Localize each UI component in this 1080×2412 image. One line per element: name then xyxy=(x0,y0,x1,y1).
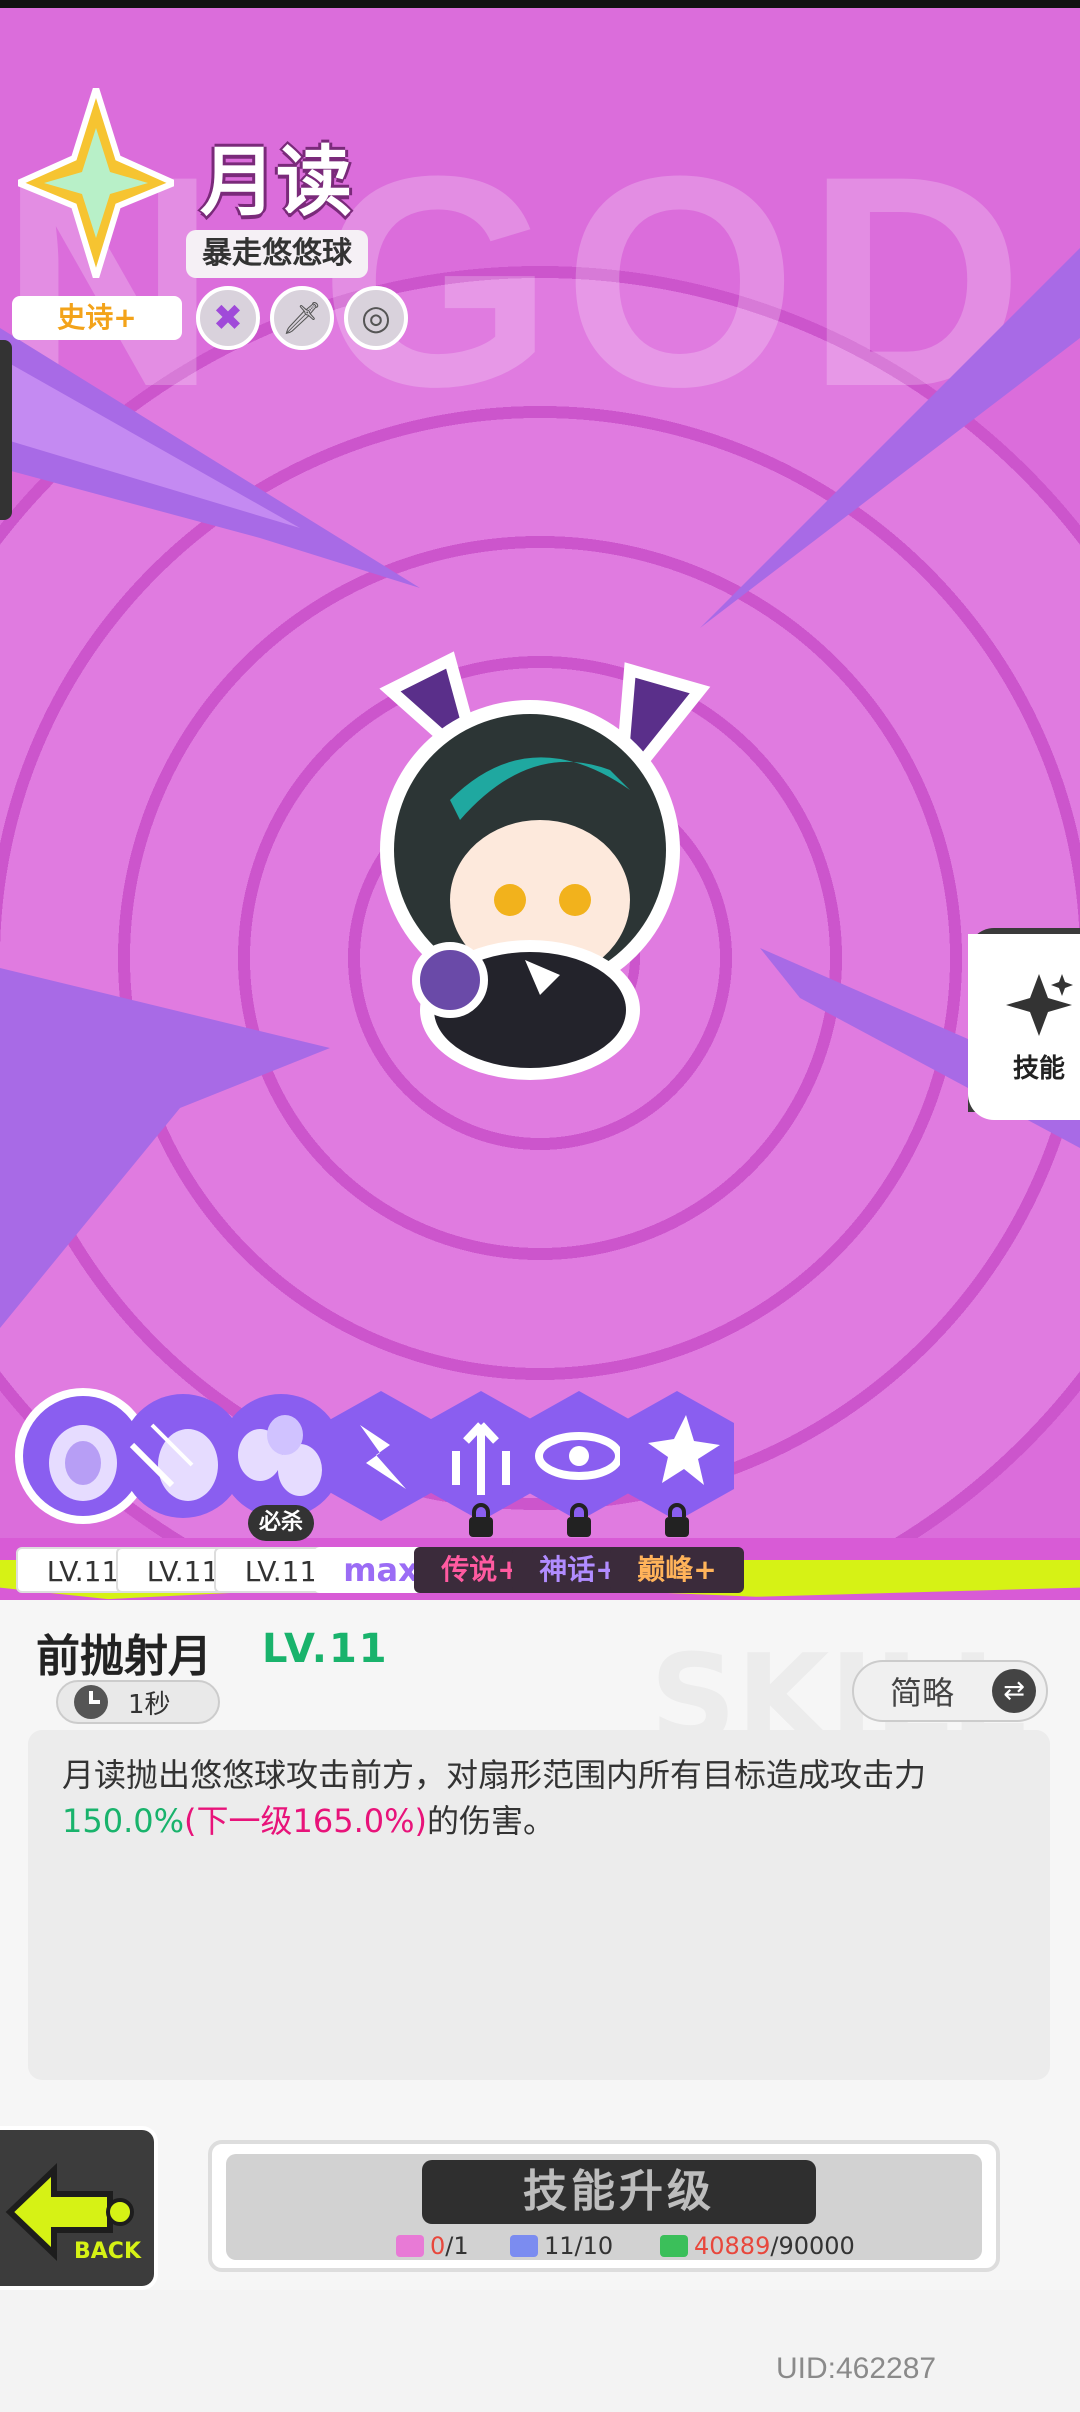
resource-book: 11/10 xyxy=(510,2232,613,2260)
status-bar xyxy=(0,0,1080,8)
lightning-streak-right xyxy=(700,248,1080,628)
back-button[interactable]: BACK xyxy=(0,2126,158,2290)
cooldown-pill: 1秒 xyxy=(56,1680,220,1724)
lock-icon xyxy=(469,1503,493,1537)
resource-scroll: 0/1 xyxy=(396,2232,469,2260)
tab-skill[interactable]: 技能 xyxy=(968,934,1080,1120)
rarity-badge: 史诗+ xyxy=(12,296,182,340)
cooldown-value: 1秒 xyxy=(128,1689,171,1720)
upgrade-inner: 技能升级 0/1 11/10 40889/90000 xyxy=(226,2154,982,2260)
coins-have: 40889 xyxy=(694,2232,771,2260)
lock-icon xyxy=(665,1503,689,1537)
desc-value: 150.0% xyxy=(62,1802,185,1840)
skill-slot-7[interactable]: 巅峰+ xyxy=(606,1385,748,1593)
lightning-streak-bottom xyxy=(0,968,330,1328)
resource-1-need: /1 xyxy=(445,2232,469,2260)
upgrade-label: 技能升级 xyxy=(422,2160,816,2224)
left-drawer-handle[interactable] xyxy=(0,340,12,520)
clock-icon xyxy=(74,1685,108,1719)
skill-title: 前抛射月 xyxy=(36,1631,212,1682)
desc-suffix: 的伤害。 xyxy=(427,1802,556,1840)
skill-description: 月读抛出悠悠球攻击前方，对扇形范围内所有目标造成攻击力 150.0%(下一级16… xyxy=(62,1752,1022,1844)
skill-book-icon xyxy=(510,2235,538,2257)
bottom-decoration xyxy=(0,2290,1080,2412)
back-arrow-icon: BACK xyxy=(5,2162,142,2264)
skill-tier-peak: 巅峰+ xyxy=(610,1547,744,1593)
character-name: 月读 xyxy=(200,137,352,226)
character-portrait xyxy=(379,651,711,1080)
ultimate-badge: 必杀 xyxy=(248,1505,314,1541)
brief-label: 简略 xyxy=(890,1674,955,1712)
sparkle-star-icon xyxy=(1006,973,1073,1036)
desc-next-level: (下一级165.0%) xyxy=(184,1802,428,1840)
skill-level: LV.11 xyxy=(262,1626,389,1672)
brief-toggle-button[interactable]: 简略 ⇄ xyxy=(852,1660,1048,1722)
user-id: UID:462287 xyxy=(776,2352,937,2385)
lock-icon xyxy=(567,1503,591,1537)
trait-puzzle[interactable]: ✖ xyxy=(196,286,260,350)
desc-text: 月读抛出悠悠球攻击前方，对扇形范围内所有目标造成攻击力 xyxy=(62,1756,927,1794)
side-tabs: 角色 技能 xyxy=(968,928,1080,1120)
tab-skill-label: 技能 xyxy=(1012,1053,1065,1084)
skill-list: LV.11 LV.11 必杀 LV.11 max 传说+ 神话+ 巅峰+ xyxy=(12,1385,1072,1595)
character-subtitle: 暴走悠悠球 xyxy=(186,230,368,278)
resource-1-have: 0 xyxy=(430,2232,446,2260)
resource-coins: 40889/90000 xyxy=(660,2232,855,2260)
resource-2-have: 11 xyxy=(544,2232,575,2260)
coins-need: /90000 xyxy=(770,2232,855,2260)
trait-target[interactable]: ◎ xyxy=(344,286,408,350)
sword-icon: 🗡 xyxy=(281,299,323,337)
trait-sword[interactable]: 🗡 xyxy=(270,286,334,350)
skill-upgrade-button[interactable]: 技能升级 0/1 11/10 40889/90000 xyxy=(208,2140,1000,2272)
back-label: BACK xyxy=(74,2239,142,2264)
lightning-streak-left xyxy=(0,328,420,588)
rank-star-emblem-icon xyxy=(18,88,174,278)
resource-2-need: /10 xyxy=(574,2232,614,2260)
swap-icon: ⇄ xyxy=(992,1669,1036,1713)
target-icon: ◎ xyxy=(361,298,391,338)
puzzle-icon: ✖ xyxy=(212,297,244,339)
scroll-ticket-icon xyxy=(396,2235,424,2257)
coin-icon xyxy=(660,2235,688,2257)
